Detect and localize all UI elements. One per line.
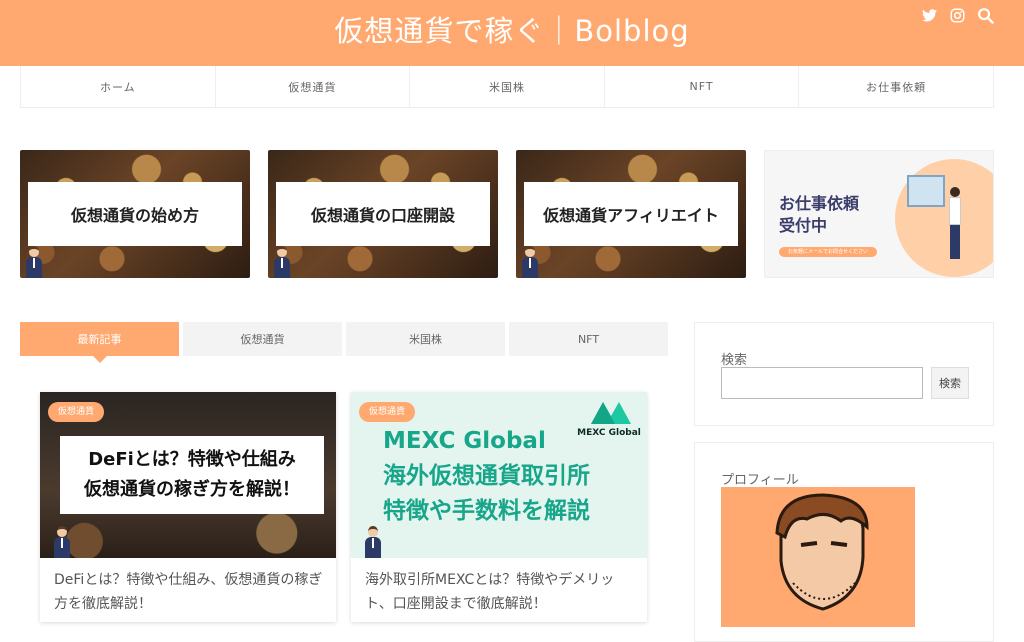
thumbnail-text: MEXC Global 海外仮想通貨取引所 特徴や手数料を解説 (383, 428, 590, 524)
tab-latest[interactable]: 最新記事 (20, 322, 179, 363)
work-banner-title: お仕事依頼 受付中 (779, 194, 860, 235)
nav-item-crypto[interactable]: 仮想通貨 (214, 66, 410, 107)
character-icon (54, 526, 70, 558)
article-title[interactable]: 海外取引所MEXCとは？特徴やデメリット、口座開設まで徹底解説！ (365, 568, 635, 616)
character-icon (26, 246, 42, 278)
profile-widget-title: プロフィール (721, 473, 799, 488)
banner-account-opening[interactable]: 仮想通貨の口座開設 (268, 150, 498, 278)
global-nav: ホーム 仮想通貨 米国株 NFT お仕事依頼 (20, 66, 994, 108)
thumbnail-text: DeFiとは？特徴や仕組み 仮想通貨の稼ぎ方を解説！ (60, 436, 324, 514)
banner-crypto-start[interactable]: 仮想通貨の始め方 (20, 150, 250, 278)
nav-item-home[interactable]: ホーム (20, 66, 215, 107)
banner-affiliate[interactable]: 仮想通貨アフィリエイト (516, 150, 746, 278)
nav-item-us-stocks[interactable]: 米国株 (409, 66, 604, 107)
site-header: 仮想通貨で稼ぐ｜Bolblog (0, 0, 1024, 66)
profile-avatar (721, 487, 915, 627)
banner-label: 仮想通貨の口座開設 (276, 182, 490, 246)
mexc-logo-icon: MEXC Global (577, 396, 641, 438)
banner-label: 仮想通貨アフィリエイト (524, 182, 738, 246)
banner-label: 仮想通貨の始め方 (28, 182, 242, 246)
nav-item-work-request[interactable]: お仕事依頼 (798, 66, 994, 107)
search-widget: 検索 検索 (694, 322, 994, 426)
twitter-icon[interactable] (920, 6, 938, 24)
character-icon (522, 246, 538, 278)
character-icon (365, 526, 381, 558)
category-badge[interactable]: 仮想通貨 (359, 402, 416, 422)
character-icon (274, 246, 290, 278)
article-card[interactable]: DeFiとは？特徴や仕組み 仮想通貨の稼ぎ方を解説！ 仮想通貨 DeFiとは？特… (40, 392, 336, 622)
search-button[interactable]: 検索 (931, 367, 969, 399)
tab-crypto[interactable]: 仮想通貨 (183, 322, 342, 356)
tab-nft[interactable]: NFT (509, 322, 668, 356)
instagram-icon[interactable] (948, 6, 966, 24)
chart-board-icon (907, 175, 945, 207)
tab-us-stocks[interactable]: 米国株 (346, 322, 505, 356)
category-badge[interactable]: 仮想通貨 (48, 402, 105, 422)
presenter-illustration (947, 187, 963, 267)
article-card[interactable]: MEXC Global 海外仮想通貨取引所 特徴や手数料を解説 MEXC Glo… (351, 392, 647, 622)
article-title[interactable]: DeFiとは？特徴や仕組み、仮想通貨の稼ぎ方を徹底解説！ (54, 568, 324, 616)
banner-work-request[interactable]: お仕事依頼 受付中 お気軽にメールでお問合せください (764, 150, 994, 278)
header-icons (920, 6, 994, 24)
nav-item-nft[interactable]: NFT (603, 66, 799, 107)
search-icon[interactable] (976, 6, 994, 24)
profile-widget: プロフィール (694, 442, 994, 642)
search-input[interactable] (721, 367, 923, 399)
work-banner-pill: お気軽にメールでお問合せください (779, 247, 877, 257)
site-title[interactable]: 仮想通貨で稼ぐ｜Bolblog (0, 8, 1024, 50)
search-widget-title: 検索 (721, 353, 748, 368)
mexc-logo-text: MEXC Global (577, 428, 641, 438)
article-tabs: 最新記事 仮想通貨 米国株 NFT (20, 322, 668, 363)
